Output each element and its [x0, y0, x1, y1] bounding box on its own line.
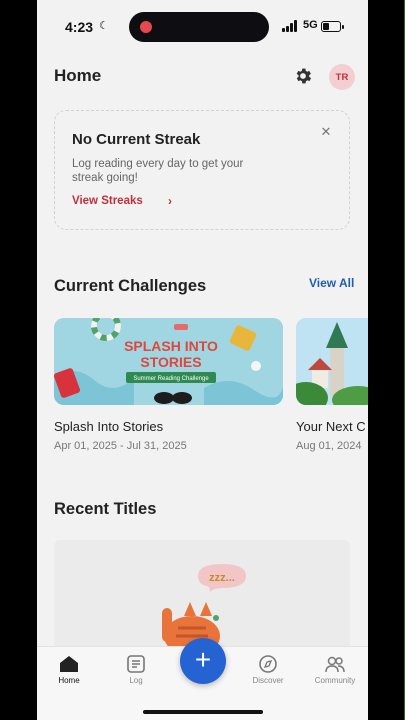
battery-icon — [321, 21, 344, 32]
tab-community[interactable]: Community — [305, 655, 365, 685]
recent-titles-section-title: Recent Titles — [54, 500, 157, 518]
recent-titles-empty-state: zzz... — [54, 540, 350, 650]
view-streaks-link[interactable]: View Streaks — [72, 195, 143, 207]
status-bar: 4:23 ☾ 5G — [37, 0, 368, 54]
challenge-card-banner[interactable] — [296, 318, 368, 405]
log-notebook-icon — [127, 655, 145, 673]
streak-description: Log reading every day to get your streak… — [72, 158, 244, 184]
view-all-link[interactable]: View All — [309, 276, 354, 290]
sleeping-cat-illustration: zzz... — [162, 564, 246, 650]
splash-banner-illustration: SPLASH INTO STORIES Summer Reading Chall… — [54, 318, 283, 405]
compass-icon — [259, 655, 277, 673]
phone-screen: 4:23 ☾ 5G Home TR No Current Streak ✕ Lo… — [37, 0, 368, 720]
settings-gear-icon[interactable] — [293, 66, 313, 86]
tab-home[interactable]: Home — [39, 655, 99, 685]
app-header: Home TR — [37, 54, 368, 102]
home-icon — [60, 656, 78, 672]
challenge-card-banner[interactable]: SPLASH INTO STORIES Summer Reading Chall… — [54, 318, 283, 405]
banner-title-line1: SPLASH INTO — [124, 338, 218, 354]
close-icon[interactable]: ✕ — [319, 125, 333, 139]
banner-title-line2: STORIES — [140, 354, 201, 370]
challenge-dates: Apr 01, 2025 - Jul 31, 2025 — [54, 440, 187, 452]
focus-moon-icon: ☾ — [99, 20, 109, 32]
tab-home-label: Home — [58, 676, 80, 685]
streak-card: No Current Streak ✕ Log reading every da… — [54, 110, 350, 230]
cellular-signal-icon — [282, 20, 298, 32]
tab-log-label: Log — [129, 676, 143, 685]
zzz-text: zzz... — [209, 572, 235, 584]
status-time: 4:23 — [65, 19, 94, 35]
challenges-section-title: Current Challenges — [54, 277, 207, 295]
network-type: 5G — [303, 19, 318, 31]
tab-log[interactable]: Log — [106, 655, 166, 685]
home-indicator — [143, 710, 263, 714]
recording-indicator-icon — [140, 21, 152, 33]
challenge-dates: Aug 01, 2024 — [296, 440, 362, 452]
challenge-name: Your Next C — [296, 419, 366, 434]
tab-discover-label: Discover — [252, 676, 284, 685]
streak-title: No Current Streak — [72, 131, 201, 148]
community-people-icon — [325, 656, 345, 673]
dynamic-island — [129, 12, 269, 42]
page-title: Home — [54, 66, 102, 85]
chevron-right-icon[interactable]: › — [168, 194, 172, 208]
add-log-button[interactable]: + — [180, 638, 226, 684]
banner-ribbon-text: Summer Reading Challenge — [133, 376, 209, 382]
castle-banner-illustration — [296, 318, 368, 405]
tab-discover[interactable]: Discover — [238, 655, 298, 685]
tab-community-label: Community — [314, 676, 356, 685]
challenge-name: Splash Into Stories — [54, 419, 164, 434]
user-avatar[interactable]: TR — [329, 64, 355, 90]
